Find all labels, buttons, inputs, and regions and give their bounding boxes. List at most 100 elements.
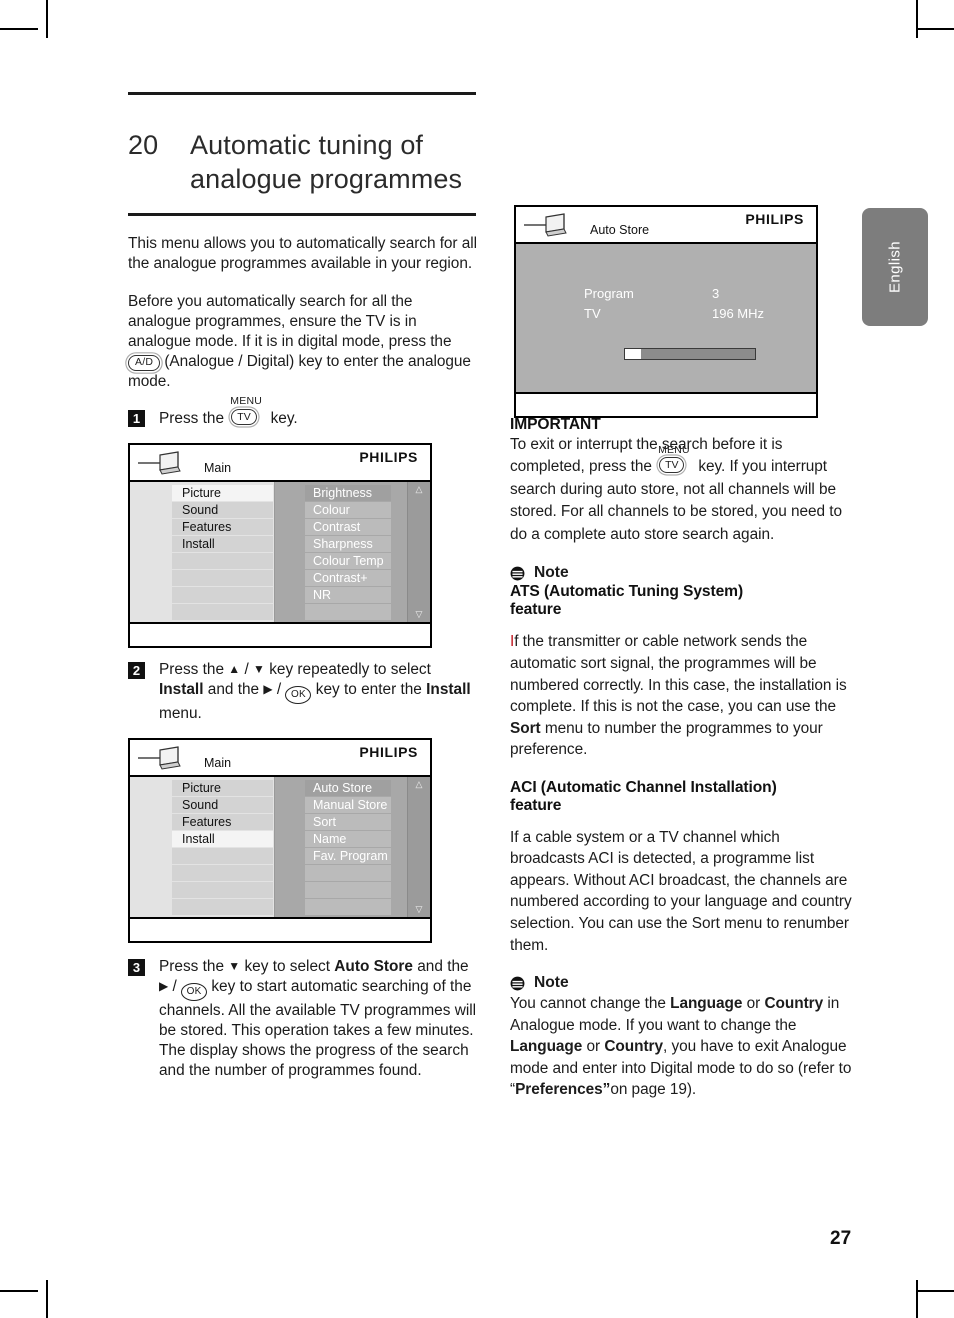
step-3-text: Press the ▼ key to select Auto Store and… [159, 957, 478, 1081]
step-2-text-d: and the [207, 680, 260, 698]
ok-key-glyph-3: OK [181, 982, 208, 1001]
crop-mark-top-right-h [916, 28, 954, 30]
intro-paragraph: This menu allows you to automatically se… [128, 234, 477, 272]
menu-item-empty [172, 603, 273, 620]
aci-heading-line2: feature [510, 796, 562, 814]
note-icon-2 [510, 976, 525, 991]
note-header-ats: Note [510, 564, 858, 582]
submenu-item-sort[interactable]: Sort [305, 813, 391, 830]
menu-item-install-2[interactable]: Install [172, 830, 273, 847]
submenu-item-contrast[interactable]: Contrast [305, 518, 391, 535]
osd-install-left-pane[interactable]: Picture Sound Features Install [130, 776, 275, 917]
osd-main-right-pane[interactable]: Brightness Colour Contrast Sharpness Col… [275, 481, 430, 622]
chapter-rule-top [128, 92, 476, 95]
before-search-text-1: Before you automatically search for all … [128, 292, 452, 350]
tv-icon-3 [524, 213, 567, 237]
scroll-down-icon-2[interactable]: ▽ [408, 904, 430, 915]
step-2-text: Press the ▲ / ▼ key repeatedly to select… [159, 660, 478, 724]
tv-icon-1 [138, 450, 181, 475]
menu-item-empty [172, 864, 273, 881]
step-3-text-d: key to start automatic searching of the … [159, 977, 477, 1079]
menu-item-empty [172, 569, 273, 586]
submenu-item-auto-store[interactable]: Auto Store [305, 779, 391, 796]
chapter-heading: 20 Automatic tuning of analogue programm… [128, 129, 478, 197]
osd-install-header: Main PHILIPS [130, 739, 430, 777]
step-3-slash: / [172, 977, 177, 995]
submenu-item-name[interactable]: Name [305, 830, 391, 847]
osd-main-footer [130, 621, 430, 646]
osd-install-submenu-list[interactable]: Auto Store Manual Store Sort Name Fav. P… [275, 777, 407, 917]
osd-install-right-pane[interactable]: Auto Store Manual Store Sort Name Fav. P… [275, 776, 430, 917]
step-2: 2 Press the ▲ / ▼ key repeatedly to sele… [128, 660, 478, 724]
arrow-right-icon-2: ▶ [263, 681, 273, 696]
step-3-text-b: key to select [244, 957, 331, 975]
lang-text-d: or [586, 1038, 601, 1056]
step-3-text-a: Press the [159, 957, 225, 975]
menu-item-empty [172, 552, 273, 569]
ok-key-glyph-2: OK [285, 685, 312, 704]
submenu-item-nr[interactable]: NR [305, 586, 391, 603]
step-3: 3 Press the ▼ key to select Auto Store a… [128, 957, 478, 1081]
submenu-item-empty [305, 881, 391, 898]
osd-main-header: Main PHILIPS [130, 444, 430, 482]
step-2-text-b: key repeatedly to [269, 660, 387, 678]
crop-mark-top-right-v [916, 0, 918, 38]
arrow-up-icon-2: ▲ [228, 661, 241, 676]
submenu-item-manual-store[interactable]: Manual Store [305, 796, 391, 813]
step-2-slash: / [244, 660, 249, 678]
tv-key-pill-2: TV [659, 457, 685, 474]
auto-store-tv-label: TV [584, 306, 601, 321]
lang-text-b: or [746, 995, 761, 1013]
scroll-down-icon-1[interactable]: ▽ [408, 609, 430, 620]
lang-bold-country-2: Country [604, 1038, 664, 1056]
menu-item-empty [172, 586, 273, 603]
submenu-item-colour-temp[interactable]: Colour Temp [305, 552, 391, 569]
submenu-item-sharpness[interactable]: Sharpness [305, 535, 391, 552]
menu-tv-key-glyph-2: MENU TV [656, 444, 694, 474]
auto-store-progress-fill [625, 349, 641, 359]
crop-mark-bottom-left-h [0, 1290, 38, 1292]
menu-item-empty [172, 898, 273, 915]
lang-text-f: on page 19). [610, 1081, 697, 1099]
right-column: IMPORTANT To exit or interrupt the searc… [510, 416, 858, 1101]
chapter-title-line2: analogue programmes [190, 163, 463, 194]
step-2-number: 2 [128, 661, 145, 679]
menu-item-picture-2[interactable]: Picture [172, 779, 273, 796]
step-1-text-before: Press the [159, 409, 225, 427]
submenu-item-fav-program[interactable]: Fav. Program [305, 847, 391, 864]
language-tab-english: English [862, 208, 928, 326]
ats-heading-line2: feature [510, 601, 562, 619]
osd-scrollbar-1[interactable]: △ ▽ [407, 481, 430, 622]
osd-install-menu: Main PHILIPS Picture Sound Features Inst… [128, 737, 432, 943]
osd-install-footer [130, 916, 430, 941]
auto-store-program-label: Program [584, 286, 634, 301]
menu-item-features[interactable]: Features [172, 518, 273, 535]
language-tab-label: English [886, 241, 904, 293]
lang-bold-language-2: Language [510, 1038, 583, 1056]
aci-paragraph: If a cable system or a TV channel which … [510, 828, 852, 954]
osd-main-submenu-list[interactable]: Brightness Colour Contrast Sharpness Col… [275, 482, 407, 622]
step-2-text-e: key to [315, 680, 357, 698]
scroll-up-icon-2[interactable]: △ [408, 779, 430, 790]
aci-heading-line1: ACI (Automatic Channel Installation) [510, 778, 777, 796]
osd-auto-store-footer [516, 392, 816, 416]
osd-install-body: Picture Sound Features Install Auto Stor… [130, 776, 430, 917]
note-header-language: Note [510, 974, 858, 992]
note-label-language: Note [534, 974, 569, 992]
menu-item-install[interactable]: Install [172, 535, 273, 552]
submenu-item-brightness[interactable]: Brightness [305, 484, 391, 501]
menu-item-features-2[interactable]: Features [172, 813, 273, 830]
menu-item-picture[interactable]: Picture [172, 484, 273, 501]
menu-item-sound-2[interactable]: Sound [172, 796, 273, 813]
osd-main-left-pane[interactable]: Picture Sound Features Install [130, 481, 275, 622]
submenu-item-contrast-plus[interactable]: Contrast+ [305, 569, 391, 586]
ats-bold-sort: Sort [510, 719, 541, 737]
osd-scrollbar-2[interactable]: △ ▽ [407, 776, 430, 917]
menu-item-sound[interactable]: Sound [172, 501, 273, 518]
step-2-text-f: enter the [361, 680, 422, 698]
chapter-title-line1: Automatic tuning of [190, 130, 424, 160]
scroll-up-icon-1[interactable]: △ [408, 484, 430, 495]
submenu-item-empty [305, 864, 391, 881]
arrow-right-icon-3: ▶ [159, 978, 169, 993]
submenu-item-colour[interactable]: Colour [305, 501, 391, 518]
